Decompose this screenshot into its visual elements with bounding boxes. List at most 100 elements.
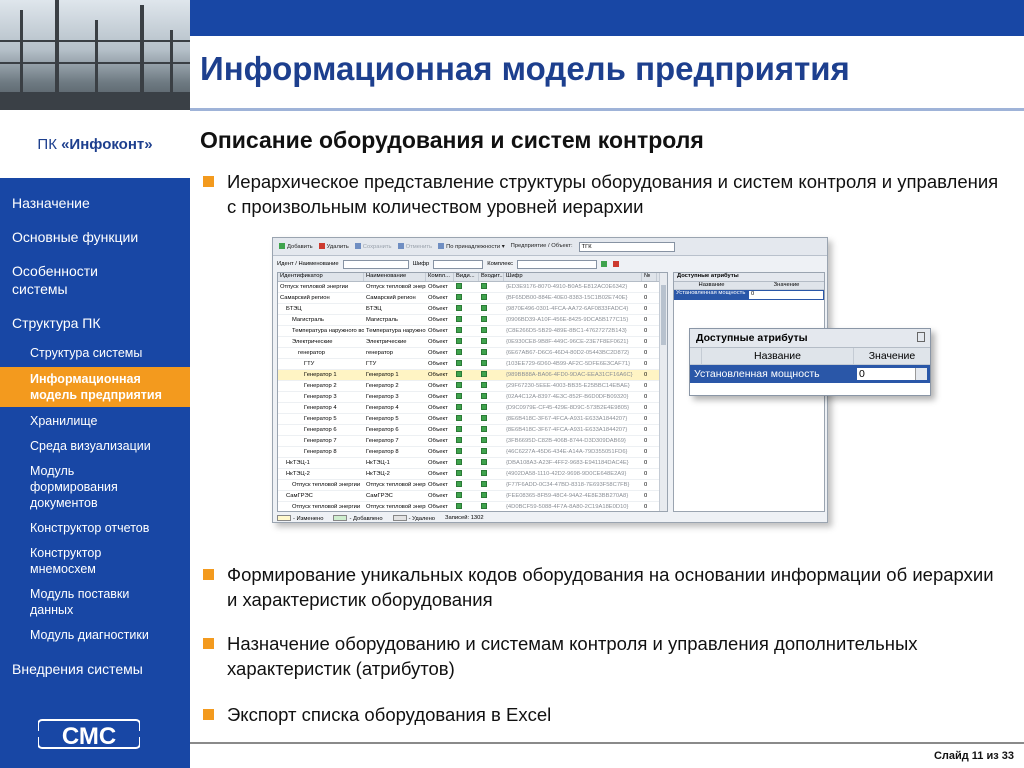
sidebar-subitem-storage[interactable]: Хранилище: [0, 410, 190, 432]
table-row[interactable]: Генератор 2 Генератор 2 Объект {29F67230-5E…: [278, 381, 667, 392]
cell-visible[interactable]: [454, 458, 479, 468]
sidebar-item-features[interactable]: Особенности системы: [0, 258, 130, 302]
sidebar-subitem-report-builder[interactable]: Конструктор отчетов: [0, 517, 190, 539]
cell-included[interactable]: [479, 469, 504, 479]
cell-included[interactable]: [479, 392, 504, 402]
checkbox-checked-icon[interactable]: [456, 282, 462, 289]
save-button[interactable]: Сохранить: [354, 242, 392, 251]
cell-included[interactable]: [479, 425, 504, 435]
checkbox-checked-icon[interactable]: [456, 425, 462, 432]
cell-included[interactable]: [479, 315, 504, 325]
cell-included[interactable]: [479, 491, 504, 501]
table-row[interactable]: БТЭЦ БТЭЦ Объект {9870E496-0301-4FCA-AA72-6…: [278, 304, 667, 315]
checkbox-checked-icon[interactable]: [456, 359, 462, 366]
cell-included[interactable]: [479, 414, 504, 424]
checkbox-checked-icon[interactable]: [456, 392, 462, 399]
dropdown-arrow-icon[interactable]: [915, 368, 927, 380]
checkbox-checked-icon[interactable]: [456, 370, 462, 377]
table-row[interactable]: Генератор 3 Генератор 3 Объект {02A4C12A-83…: [278, 392, 667, 403]
table-row[interactable]: Отпуск тепловой энергии Отпуск тепловой э…: [278, 282, 667, 293]
cell-visible[interactable]: [454, 359, 479, 369]
cell-visible[interactable]: [454, 469, 479, 479]
sidebar-subitem-system-structure[interactable]: Структура системы: [0, 342, 190, 364]
cell-visible[interactable]: [454, 491, 479, 501]
cell-visible[interactable]: [454, 348, 479, 358]
col-name[interactable]: Наименование: [364, 273, 426, 281]
checkbox-checked-icon[interactable]: [481, 392, 487, 399]
cell-included[interactable]: [479, 502, 504, 512]
checkbox-checked-icon[interactable]: [456, 403, 462, 410]
complex-filter-select[interactable]: [517, 259, 598, 269]
col-complex[interactable]: Компл...: [426, 273, 454, 281]
sidebar-subitem-documents[interactable]: Модуль формирования документов: [0, 460, 150, 514]
sidebar-subitem-diagnostics[interactable]: Модуль диагностики: [0, 624, 190, 646]
cell-included[interactable]: [479, 359, 504, 369]
cell-included[interactable]: [479, 436, 504, 446]
checkbox-checked-icon[interactable]: [481, 436, 487, 443]
checkbox-checked-icon[interactable]: [481, 304, 487, 311]
table-row[interactable]: НкТЭЦ-2 НкТЭЦ-2 Объект {4902DA58-1110-42D2-…: [278, 469, 667, 480]
add-button[interactable]: Добавить: [279, 242, 313, 251]
group-by-owner-button[interactable]: По принадлежности ▾: [438, 242, 505, 251]
cell-visible[interactable]: [454, 447, 479, 457]
checkbox-checked-icon[interactable]: [481, 337, 487, 344]
cell-visible[interactable]: [454, 403, 479, 413]
sidebar-item-structure[interactable]: Структура ПК: [0, 310, 190, 336]
attributes-small-row-value[interactable]: 0: [749, 291, 823, 299]
table-row[interactable]: Электрические Электрические Объект {0E930CE…: [278, 337, 667, 348]
checkbox-checked-icon[interactable]: [481, 480, 487, 487]
checkbox-checked-icon[interactable]: [481, 469, 487, 476]
checkbox-checked-icon[interactable]: [481, 293, 487, 300]
cell-included[interactable]: [479, 337, 504, 347]
cell-visible[interactable]: [454, 392, 479, 402]
cell-visible[interactable]: [454, 304, 479, 314]
checkbox-checked-icon[interactable]: [456, 414, 462, 421]
pin-icon[interactable]: [917, 332, 925, 342]
clear-filter-icon[interactable]: [613, 261, 620, 267]
table-row[interactable]: СамГРЭС СамГРЭС Объект {FEE08365-8FB9-48C4-…: [278, 491, 667, 502]
cell-included[interactable]: [479, 480, 504, 490]
cell-included[interactable]: [479, 293, 504, 303]
sidebar-subitem-mimic-builder[interactable]: Конструктор мнемосхем: [0, 542, 125, 580]
table-row[interactable]: Магистраль Магистраль Объект {0906BD39-A10F…: [278, 315, 667, 326]
checkbox-checked-icon[interactable]: [481, 425, 487, 432]
checkbox-checked-icon[interactable]: [481, 403, 487, 410]
checkbox-checked-icon[interactable]: [456, 337, 462, 344]
checkbox-checked-icon[interactable]: [481, 315, 487, 322]
cell-visible[interactable]: [454, 282, 479, 292]
checkbox-checked-icon[interactable]: [481, 458, 487, 465]
checkbox-checked-icon[interactable]: [456, 293, 462, 300]
checkbox-checked-icon[interactable]: [456, 326, 462, 333]
table-row[interactable]: Генератор 6 Генератор 6 Объект {8E6B418C-3F…: [278, 425, 667, 436]
col-code[interactable]: Шифр: [504, 273, 642, 281]
table-row[interactable]: Самарский регион Самарский регион Объект {B…: [278, 293, 667, 304]
enterprise-select[interactable]: ТГК: [578, 241, 675, 252]
checkbox-checked-icon[interactable]: [481, 447, 487, 454]
checkbox-checked-icon[interactable]: [456, 304, 462, 311]
checkbox-checked-icon[interactable]: [481, 348, 487, 355]
table-row[interactable]: Температура наружного воздухаТемпература…: [278, 326, 667, 337]
checkbox-checked-icon[interactable]: [456, 502, 462, 509]
checkbox-checked-icon[interactable]: [456, 491, 462, 498]
checkbox-checked-icon[interactable]: [456, 436, 462, 443]
cell-visible[interactable]: [454, 293, 479, 303]
col-included[interactable]: Входит...: [479, 273, 504, 281]
sidebar-item-purpose[interactable]: Назначение: [0, 190, 190, 216]
table-row[interactable]: Генератор 7 Генератор 7 Объект {3FB6695D-C8…: [278, 436, 667, 447]
table-row[interactable]: Генератор 5 Генератор 5 Объект {8E6B418C-3F…: [278, 414, 667, 425]
table-row[interactable]: Отпуск тепловой энергии Отпуск тепловой э…: [278, 480, 667, 491]
cell-visible[interactable]: [454, 502, 479, 512]
col-number[interactable]: №: [642, 273, 657, 281]
cell-visible[interactable]: [454, 414, 479, 424]
cell-visible[interactable]: [454, 381, 479, 391]
checkbox-checked-icon[interactable]: [481, 359, 487, 366]
cell-visible[interactable]: [454, 425, 479, 435]
cell-visible[interactable]: [454, 436, 479, 446]
cell-included[interactable]: [479, 447, 504, 457]
col-identifier[interactable]: Идентификатор: [278, 273, 364, 281]
apply-filter-icon[interactable]: [601, 261, 608, 267]
sidebar-subitem-info-model[interactable]: Информационная модель предприятия: [0, 367, 190, 407]
checkbox-checked-icon[interactable]: [456, 381, 462, 388]
delete-button[interactable]: Удалить: [318, 242, 349, 251]
table-row[interactable]: Отпуск тепловой энергии Отпуск тепловой э…: [278, 502, 667, 512]
